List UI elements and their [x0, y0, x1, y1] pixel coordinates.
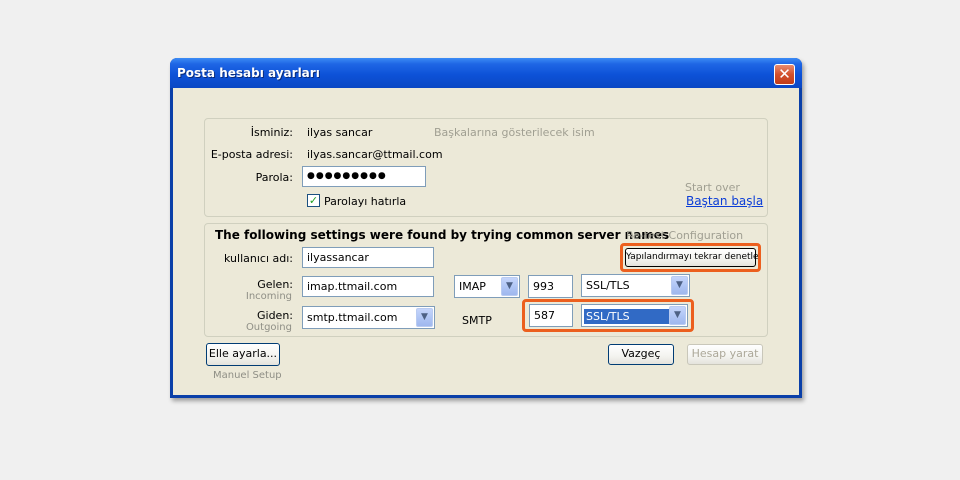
cancel-button[interactable]: Vazgeç [608, 344, 674, 365]
incoming-host-field[interactable]: imap.ttmail.com [302, 276, 434, 297]
outgoing-ssl-value: SSL/TLS [584, 309, 672, 324]
username-field[interactable]: ilyassancar [302, 247, 434, 268]
name-hint: Başkalarına gösterilecek isim [434, 126, 595, 139]
chevron-down-icon[interactable]: ▼ [501, 277, 518, 296]
remember-password-label: Parolayı hatırla [324, 195, 407, 208]
name-value: ilyas sancar [307, 126, 373, 139]
start-over-label: Start over [685, 181, 740, 194]
dialog-title: Posta hesabı ayarları [177, 66, 320, 80]
incoming-port-field[interactable]: 993 [528, 275, 573, 298]
retest-button[interactable]: Yapılandırmayı tekrar denetle [625, 248, 759, 267]
manual-setup-sublabel: Manuel Setup [213, 370, 282, 381]
incoming-label: Gelen: [257, 278, 293, 291]
remember-password-checkbox[interactable]: ✓ [307, 194, 320, 207]
outgoing-port-field[interactable]: 587 [529, 304, 573, 327]
outgoing-host-select[interactable]: smtp.ttmail.com ▼ [302, 306, 435, 329]
incoming-ssl-select[interactable]: SSL/TLS ▼ [581, 274, 690, 297]
chevron-down-icon[interactable]: ▼ [671, 276, 688, 295]
username-label: kullanıcı adı: [224, 252, 293, 265]
checkmark-icon: ✓ [308, 194, 319, 207]
password-field[interactable]: ●●●●●●●●● [302, 166, 426, 187]
name-label: İsminiz: [250, 126, 293, 139]
account-settings-dialog: Posta hesabı ayarları ✕ İsminiz: ilyas s… [170, 58, 802, 398]
outgoing-protocol-label: SMTP [462, 314, 492, 327]
start-over-link[interactable]: Baştan başla [686, 194, 763, 208]
outgoing-host-value: smtp.ttmail.com [307, 311, 398, 324]
retest-label: Re-test Configuration [626, 229, 744, 242]
incoming-protocol-select[interactable]: IMAP ▼ [454, 275, 520, 298]
outgoing-label: Giden: [256, 309, 293, 322]
incoming-ssl-value: SSL/TLS [586, 279, 630, 292]
chevron-down-icon[interactable]: ▼ [669, 306, 686, 325]
title-bar[interactable]: Posta hesabı ayarları ✕ [170, 58, 802, 88]
dialog-body: İsminiz: ilyas sancar Başkalarına göster… [173, 88, 799, 395]
chevron-down-icon[interactable]: ▼ [416, 308, 433, 327]
create-account-button[interactable]: Hesap yarat [687, 344, 763, 365]
close-icon: ✕ [778, 65, 791, 83]
manual-setup-button[interactable]: Elle ayarla... [206, 343, 280, 366]
incoming-protocol-value: IMAP [459, 280, 486, 293]
password-label: Parola: [255, 171, 293, 184]
close-button[interactable]: ✕ [774, 64, 795, 85]
server-heading: The following settings were found by try… [215, 228, 670, 242]
email-label: E-posta adresi: [210, 148, 293, 161]
email-value: ilyas.sancar@ttmail.com [307, 148, 443, 161]
incoming-sublabel: Incoming [245, 291, 292, 302]
outgoing-ssl-select[interactable]: SSL/TLS ▼ [581, 304, 688, 327]
outgoing-sublabel: Outgoing [245, 322, 292, 333]
